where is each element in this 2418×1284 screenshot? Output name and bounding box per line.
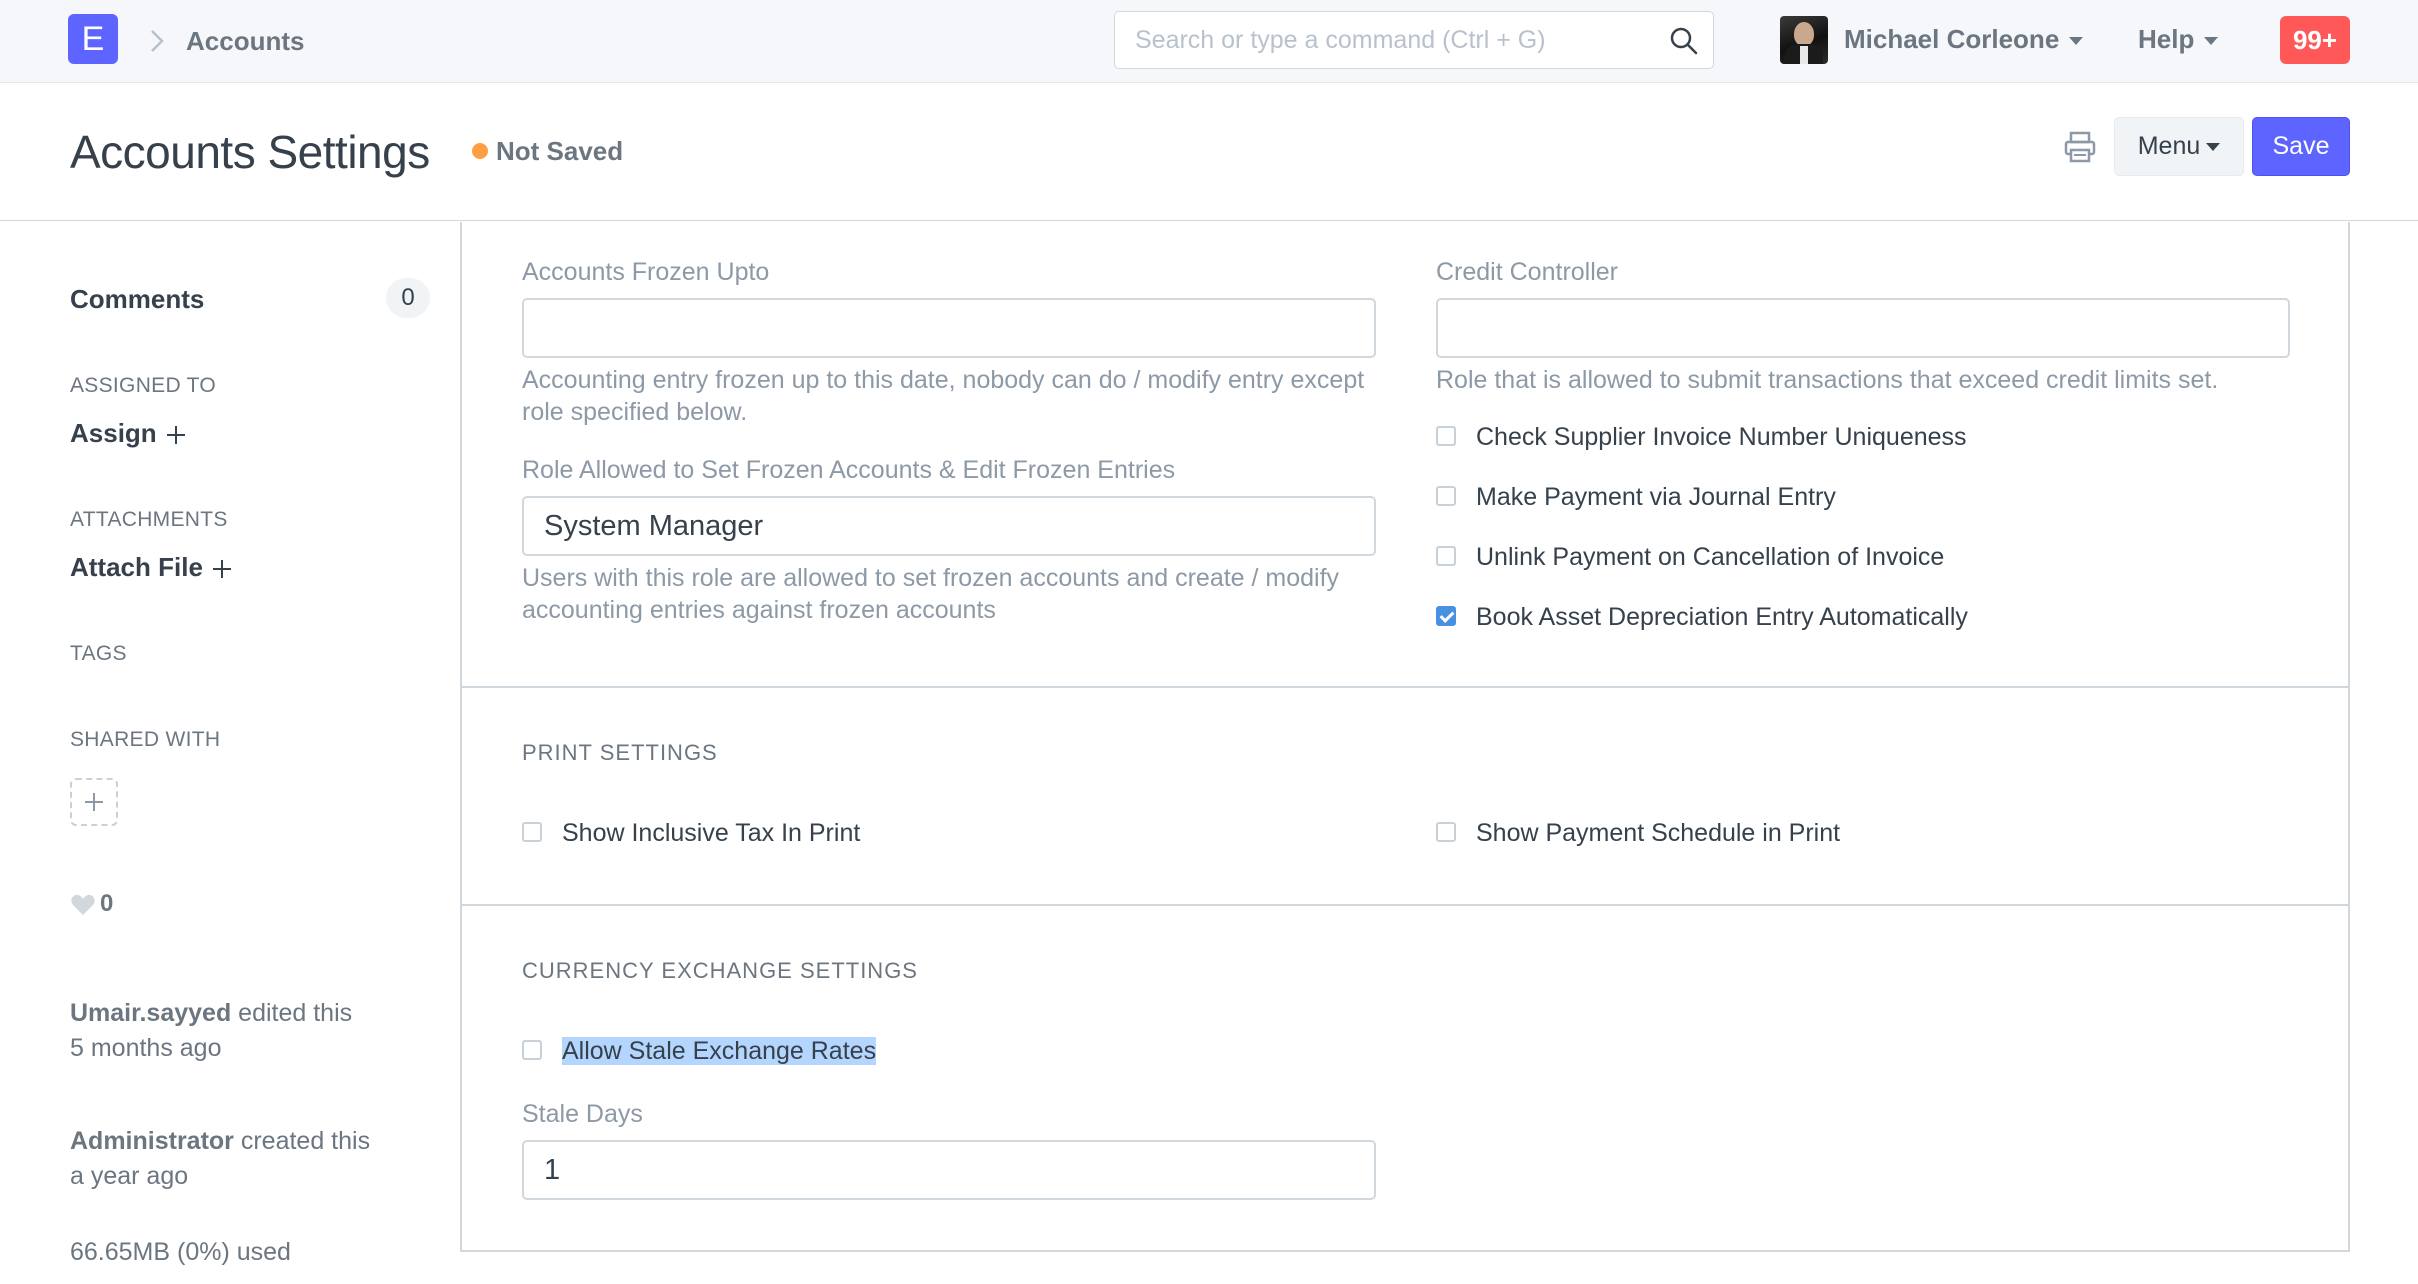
checkbox-box[interactable] [1436,546,1456,567]
assign-label: Assign [70,418,157,448]
checkbox-box[interactable] [1436,426,1456,447]
notifications-badge[interactable]: 99+ [2280,16,2350,64]
user-name-label: Michael Corleone [1844,24,2060,54]
checkbox-box[interactable] [1436,486,1456,507]
caret-down-icon [2204,37,2219,46]
allow-stale-rates-checkbox[interactable]: Allow Stale Exchange Rates [522,1036,877,1066]
book-asset-depreciation-checkbox[interactable]: Book Asset Depreciation Entry Automatica… [1436,602,1968,632]
caret-down-icon [2069,37,2084,46]
tags-label[interactable]: TAGS [70,642,127,666]
plus-icon [166,426,185,445]
menu-button-label: Menu [2137,132,2201,160]
frozen-role-help: Users with this role are allowed to set … [522,564,1340,624]
checkbox-label: Unlink Payment on Cancellation of Invoic… [1476,543,1945,571]
frozen-role-input[interactable]: System Manager [522,496,1376,556]
activity-action: created this [233,1127,371,1155]
activity-item: Administrator created this a year ago [70,1124,430,1194]
unlink-payment-checkbox[interactable]: Unlink Payment on Cancellation of Invoic… [1436,542,1944,572]
checkbox-label: Check Supplier Invoice Number Uniqueness [1476,423,1967,451]
frozen-upto-input[interactable] [522,298,1376,358]
attachments-label: ATTACHMENTS [70,508,228,531]
assign-button[interactable]: Assign [70,418,185,449]
print-settings-section: PRINT SETTINGS Show Inclusive Tax In Pri… [462,688,2348,906]
checkbox-box-checked[interactable] [1436,606,1456,627]
checkbox-box[interactable] [522,822,542,843]
checkbox-label: Book Asset Depreciation Entry Automatica… [1476,603,1968,631]
credit-controller-label: Credit Controller [1436,258,1619,286]
credit-controller-help: Role that is allowed to submit transacti… [1436,366,2219,394]
shared-with-label: SHARED WITH [70,728,221,751]
chevron-right-icon [151,30,164,52]
menu-button[interactable]: Menu [2114,117,2244,176]
page-head: Accounts Settings Not Saved Menu Save [0,83,2418,221]
app-logo[interactable]: E [68,14,118,64]
activity-time: a year ago [70,1162,189,1190]
currency-exchange-section: CURRENCY EXCHANGE SETTINGS Allow Stale E… [462,906,2348,1250]
form-layout: Accounts Frozen Upto Accounting entry fr… [460,222,2350,1252]
activity-item: Umair.sayyed edited this 5 months ago [70,996,430,1066]
attach-file-label: Attach File [70,552,203,582]
user-menu[interactable]: Michael Corleone [1844,24,2084,55]
storage-usage: 66.65MB (0%) used [70,1238,291,1266]
credit-controller-input[interactable] [1436,298,2290,358]
status-badge: Not Saved [496,136,624,166]
checkbox-label: Show Payment Schedule in Print [1476,819,1841,847]
plus-icon [212,560,231,579]
stale-days-label: Stale Days [522,1100,643,1128]
search-icon[interactable] [1669,26,1699,56]
show-inclusive-tax-checkbox[interactable]: Show Inclusive Tax In Print [522,818,860,848]
share-add-button[interactable] [70,778,118,826]
page-title: Accounts Settings [70,126,430,178]
payment-journal-entry-checkbox[interactable]: Make Payment via Journal Entry [1436,482,1836,512]
help-label: Help [2138,24,2195,54]
form-sidebar: Comments 0 ASSIGNED TO Assign ATTACHMENT… [0,222,460,1284]
print-settings-title[interactable]: PRINT SETTINGS [522,740,718,766]
show-payment-schedule-checkbox[interactable]: Show Payment Schedule in Print [1436,818,1840,848]
caret-down-icon [2206,143,2221,152]
like-button[interactable]: 0 [70,890,113,918]
user-avatar[interactable] [1780,16,1828,64]
plus-icon [85,793,103,811]
save-button[interactable]: Save [2252,117,2350,176]
frozen-upto-help: Accounting entry frozen up to this date,… [522,366,1365,426]
activity-action: edited this [231,999,353,1027]
check-supplier-invoice-checkbox[interactable]: Check Supplier Invoice Number Uniqueness [1436,422,1967,452]
comments-link[interactable]: Comments [70,284,204,315]
frozen-upto-label: Accounts Frozen Upto [522,258,770,286]
accounts-section: Accounts Frozen Upto Accounting entry fr… [462,222,2348,688]
search-bar[interactable] [1114,11,1714,69]
currency-exchange-title[interactable]: CURRENCY EXCHANGE SETTINGS [522,958,918,984]
search-input[interactable] [1135,12,1655,68]
checkbox-box[interactable] [522,1040,542,1061]
activity-user[interactable]: Umair.sayyed [70,999,231,1027]
help-menu[interactable]: Help [2138,24,2219,55]
activity-time: 5 months ago [70,1034,222,1062]
likes-count: 0 [100,890,114,917]
assigned-to-label: ASSIGNED TO [70,374,217,397]
top-navbar: E Accounts Michael Corleone Help 99+ [0,0,2418,83]
breadcrumb-accounts[interactable]: Accounts [186,26,304,57]
checkbox-label: Make Payment via Journal Entry [1476,483,1836,511]
attach-file-button[interactable]: Attach File [70,552,231,583]
checkbox-label: Show Inclusive Tax In Print [562,819,861,847]
comments-count-badge: 0 [386,278,430,318]
checkbox-label: Allow Stale Exchange Rates [562,1037,877,1065]
print-icon[interactable] [2062,129,2098,165]
heart-icon [71,894,95,915]
status-indicator-dot [472,143,488,159]
frozen-role-label: Role Allowed to Set Frozen Accounts & Ed… [522,456,1176,484]
activity-user[interactable]: Administrator [70,1127,234,1155]
checkbox-box[interactable] [1436,822,1456,843]
stale-days-input[interactable]: 1 [522,1140,1376,1200]
